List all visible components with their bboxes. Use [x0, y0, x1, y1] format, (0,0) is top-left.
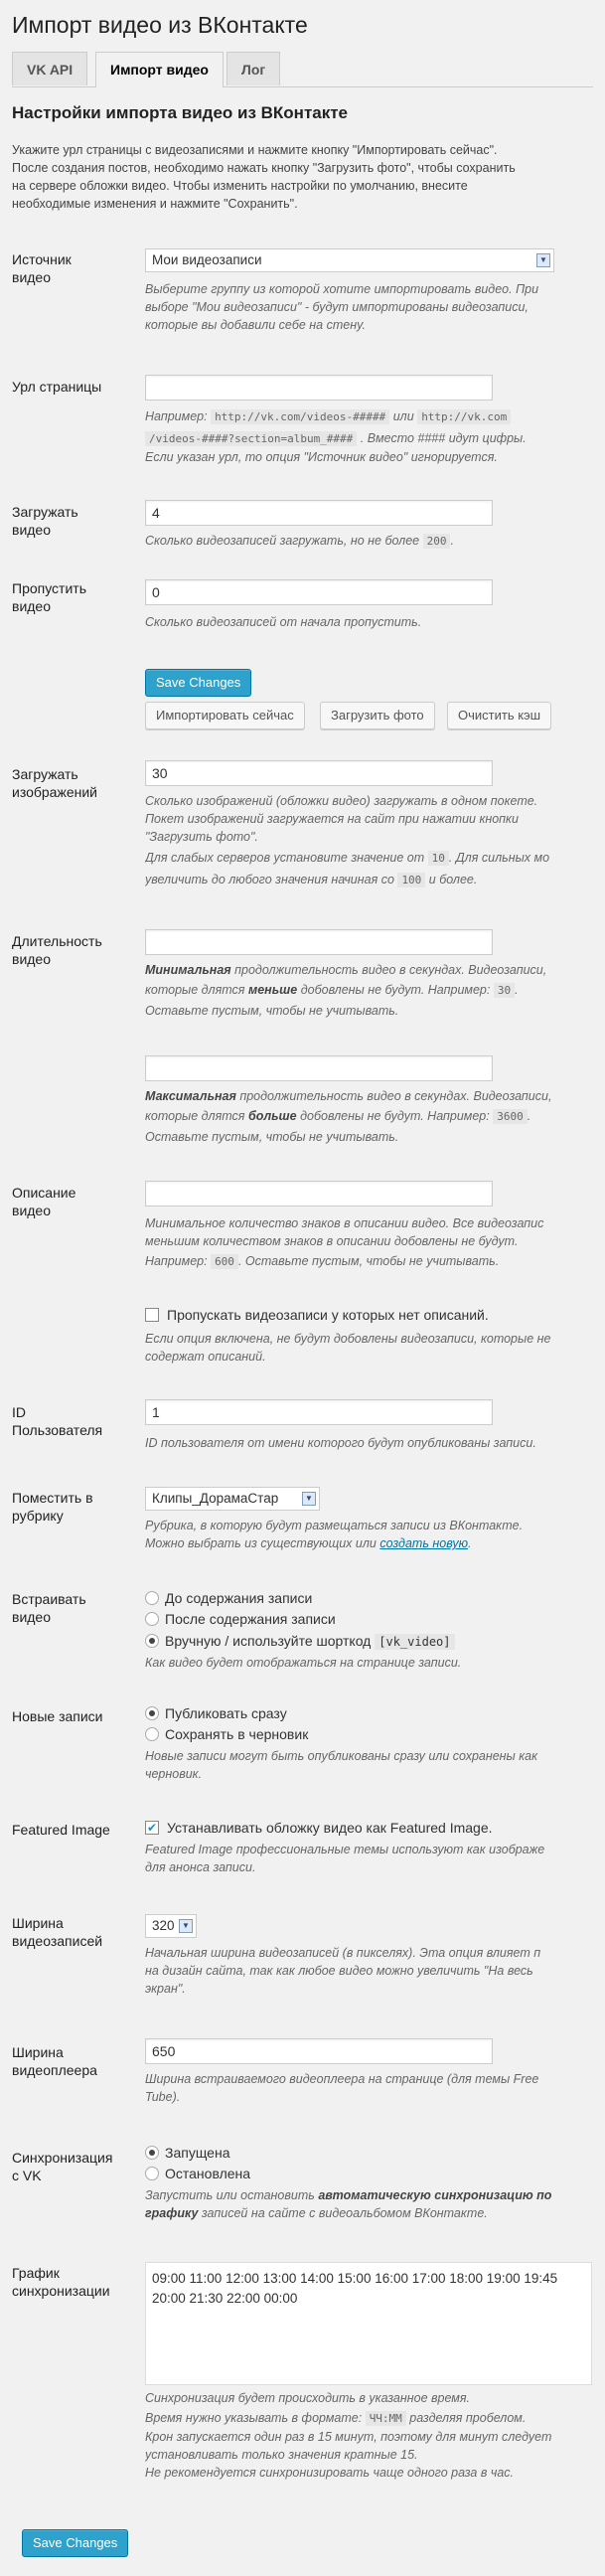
section-title: Настройки импорта видео из ВКонтакте: [12, 103, 349, 122]
import-now-button[interactable]: Импортировать сейчас: [145, 702, 305, 729]
embed-radio-0[interactable]: [145, 1591, 159, 1606]
featured-desc: Featured Image профессиональные темы исп…: [145, 1843, 545, 1874]
url-input[interactable]: [145, 375, 493, 401]
user-id-label: ID Пользователя: [12, 1404, 103, 1438]
player-width-label: Ширина видеоплеера: [12, 2044, 97, 2078]
player-width-desc: Ширина встраиваемого видеоплеера на стра…: [145, 2072, 539, 2104]
embed-label: Встраивать видео: [12, 1591, 86, 1625]
source-desc: Выберите группу из которой хотите импорт…: [145, 282, 539, 332]
featured-checkbox[interactable]: ✔: [145, 1821, 159, 1836]
player-width-input[interactable]: [145, 2038, 493, 2064]
sync-radio-1[interactable]: [145, 2167, 159, 2181]
sync-radio-0[interactable]: [145, 2146, 159, 2161]
video-width-desc: Начальная ширина видеозаписей (в пикселя…: [145, 1946, 541, 1996]
description-desc: Минимальное количество знаков в описании…: [145, 1216, 544, 1269]
duration-max-input[interactable]: [145, 1055, 493, 1081]
load-photo-button[interactable]: Загрузить фото: [320, 702, 435, 729]
skip-video-desc: Сколько видеозаписей от начала пропустит…: [145, 615, 422, 629]
category-label: Поместить в рубрику: [12, 1490, 93, 1524]
embed-option-before[interactable]: До содержания записи: [145, 1588, 312, 1608]
url-desc: Например: http://vk.com/videos-##### или…: [145, 409, 527, 464]
load-images-desc: Сколько изображений (обложки видео) загр…: [145, 794, 550, 887]
embed-radio-1[interactable]: [145, 1612, 159, 1627]
skip-video-input[interactable]: [145, 579, 493, 605]
skip-no-description-desc: Если опция включена, не будут добовлены …: [145, 1332, 551, 1364]
video-width-select[interactable]: 320 ▼: [145, 1914, 197, 1938]
category-desc: Рубрика, в которую будут размещаться зап…: [145, 1519, 524, 1550]
category-select[interactable]: Клипы_ДорамаСтар ▼: [145, 1487, 320, 1511]
new-posts-option-publish[interactable]: Публиковать сразу: [145, 1703, 287, 1723]
skip-no-description-option[interactable]: Пропускать видеозаписи у которых нет опи…: [145, 1305, 489, 1325]
new-posts-option-draft[interactable]: Сохранять в черновик: [145, 1724, 308, 1744]
save-button-top[interactable]: Save Changes: [145, 669, 252, 697]
featured-label: Featured Image: [12, 1822, 110, 1838]
embed-option-after[interactable]: После содержания записи: [145, 1609, 336, 1629]
load-video-label: Загружать видео: [12, 504, 78, 538]
page-title: Импорт видео из ВКонтакте: [12, 12, 308, 38]
create-category-link[interactable]: создать новую: [379, 1536, 468, 1550]
new-posts-desc: Новые записи могут быть опубликованы сра…: [145, 1749, 537, 1781]
schedule-textarea[interactable]: 09:00 11:00 12:00 13:00 14:00 15:00 16:0…: [145, 2262, 592, 2385]
duration-min-desc: Минимальная продолжительность видео в се…: [145, 963, 547, 1018]
embed-option-manual[interactable]: Вручную / используйте шорткод [vk_video]: [145, 1631, 455, 1651]
skip-video-label: Пропустить видео: [12, 580, 86, 614]
user-id-desc: ID пользователя от имени которого будут …: [145, 1436, 536, 1450]
skip-no-description-checkbox[interactable]: [145, 1308, 159, 1323]
schedule-label: График синхронизации: [12, 2265, 110, 2299]
chevron-down-icon: ▼: [302, 1492, 316, 1506]
sync-option-running[interactable]: Запущена: [145, 2143, 230, 2163]
intro-text: Укажите урл страницы с видеозаписями и н…: [12, 143, 516, 211]
duration-label: Длительность видео: [12, 933, 102, 967]
sync-option-stopped[interactable]: Остановлена: [145, 2164, 250, 2183]
load-video-desc: Сколько видеозаписей загружать, но не бо…: [145, 534, 454, 549]
featured-option[interactable]: ✔ Устанавливать обложку видео как Feature…: [145, 1818, 493, 1838]
chevron-down-icon: ▼: [536, 253, 550, 267]
save-button-bottom[interactable]: Save Changes: [22, 2529, 129, 2557]
embed-desc: Как видео будет отображаться на странице…: [145, 1656, 462, 1670]
load-images-label: Загружать изображений: [12, 766, 97, 800]
user-id-input[interactable]: [145, 1399, 493, 1425]
description-input[interactable]: [145, 1181, 493, 1207]
sync-label: Синхронизация с VK: [12, 2150, 113, 2183]
tab-log[interactable]: Лог: [227, 52, 281, 85]
tab-vk-api[interactable]: VK API: [12, 52, 88, 85]
chevron-down-icon: ▼: [179, 1919, 193, 1933]
sync-desc: Запустить или остановить автоматическую …: [145, 2188, 552, 2220]
source-label: Источник видео: [12, 251, 72, 285]
url-label: Урл страницы: [12, 379, 102, 395]
source-select[interactable]: Мои видеозаписи ▼: [145, 248, 554, 272]
clear-cache-button[interactable]: Очистить кэш: [447, 702, 552, 729]
new-posts-radio-1[interactable]: [145, 1727, 159, 1742]
duration-max-desc: Максимальная продолжительность видео в с…: [145, 1089, 552, 1144]
load-video-input[interactable]: [145, 500, 493, 526]
tab-bar: VK API Импорт видео Лог: [12, 50, 593, 87]
embed-radio-2[interactable]: [145, 1634, 159, 1649]
tab-import-video[interactable]: Импорт видео: [95, 52, 224, 87]
video-width-label: Ширина видеозаписей: [12, 1915, 103, 1949]
load-images-input[interactable]: [145, 760, 493, 786]
description-label: Описание видео: [12, 1185, 76, 1218]
new-posts-label: Новые записи: [12, 1708, 103, 1724]
schedule-desc: Синхронизация будет происходить в указан…: [145, 2391, 552, 2480]
duration-min-input[interactable]: [145, 929, 493, 955]
new-posts-radio-0[interactable]: [145, 1706, 159, 1721]
